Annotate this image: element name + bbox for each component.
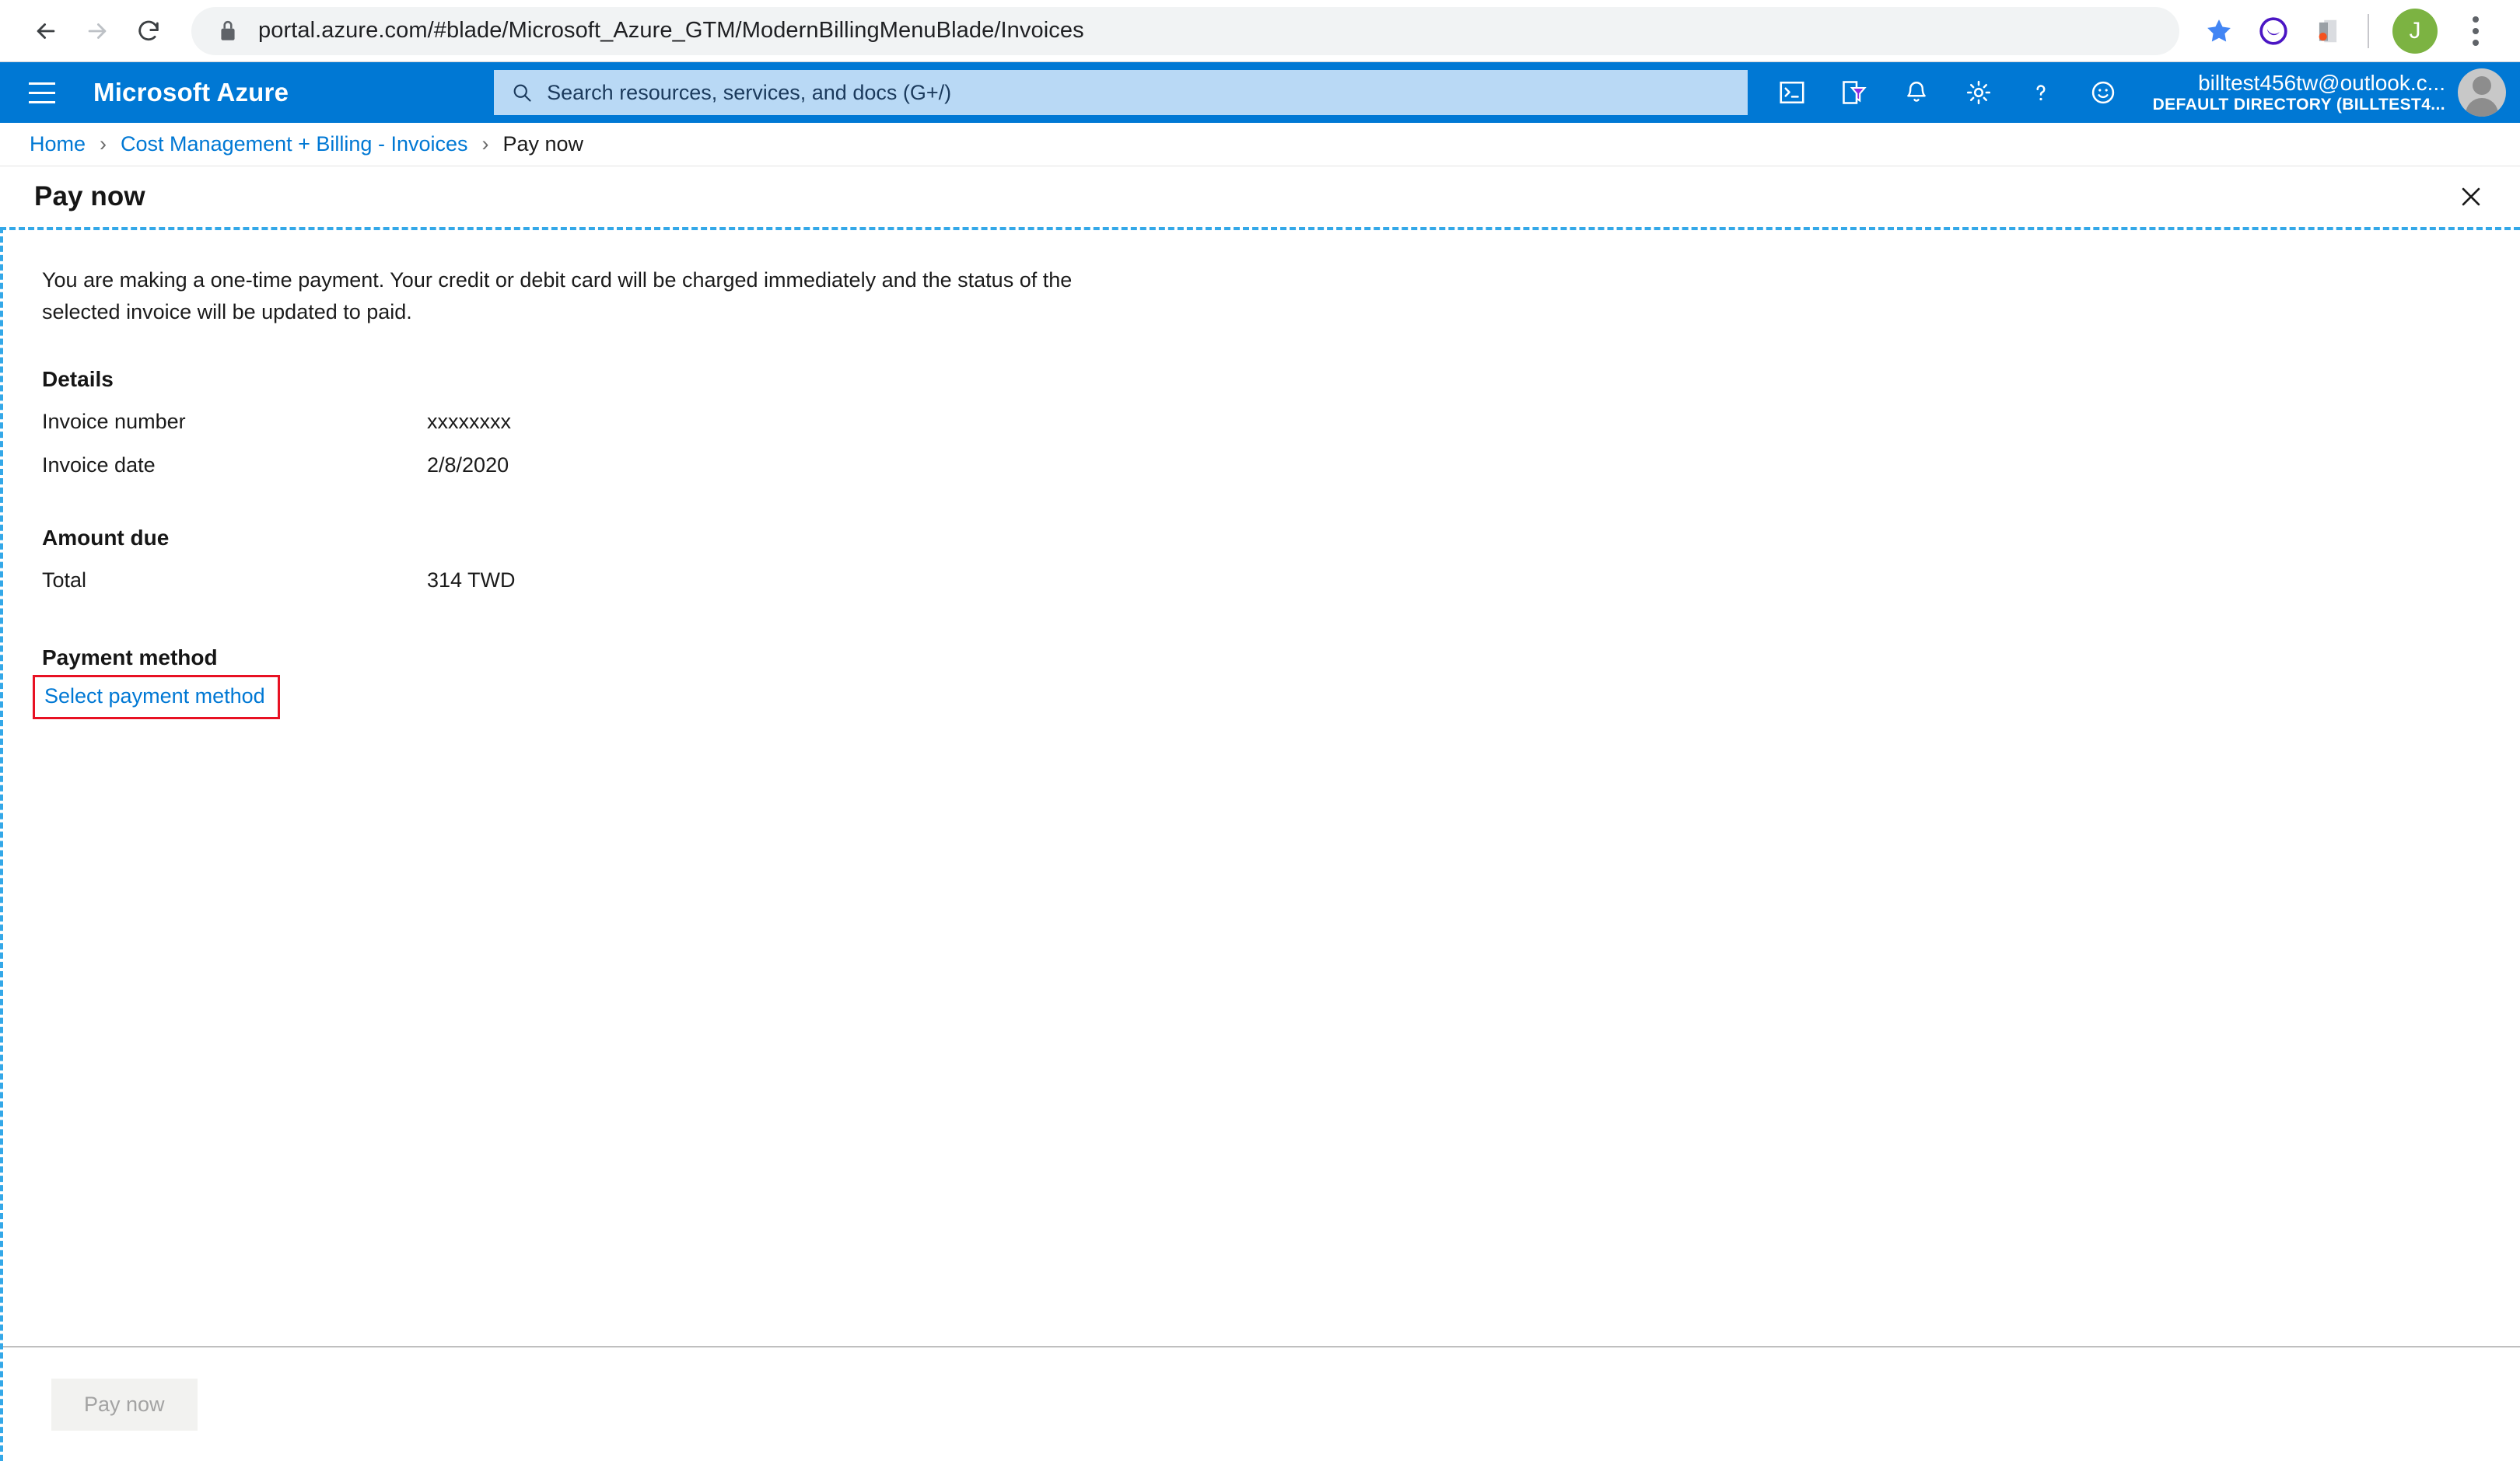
forward-arrow-icon bbox=[88, 23, 107, 39]
reload-button[interactable] bbox=[123, 5, 174, 57]
back-arrow-icon bbox=[37, 23, 55, 39]
forward-button[interactable] bbox=[72, 5, 123, 57]
blade-footer: Pay now bbox=[3, 1346, 2520, 1461]
pay-now-button[interactable]: Pay now bbox=[51, 1378, 198, 1431]
feedback-smiley-icon bbox=[2091, 81, 2114, 104]
document-extension-icon bbox=[2319, 19, 2337, 42]
back-button[interactable] bbox=[20, 5, 72, 57]
search-icon bbox=[513, 84, 531, 102]
breadcrumb-item-pay-now: Pay now bbox=[502, 132, 584, 156]
directory-filter-button[interactable] bbox=[1823, 62, 1885, 123]
cloud-shell-button[interactable] bbox=[1761, 62, 1823, 123]
star-icon bbox=[2207, 19, 2231, 42]
breadcrumb-separator: › bbox=[100, 132, 107, 156]
invoice-number-label: Invoice number bbox=[42, 409, 186, 433]
azure-top-nav: Microsoft Azure Search resources, servic… bbox=[0, 62, 2520, 123]
breadcrumb-item-cost-management[interactable]: Cost Management + Billing - Invoices bbox=[121, 132, 467, 156]
account-directory: DEFAULT DIRECTORY (BILLTEST4... bbox=[2152, 96, 2445, 114]
global-search-placeholder: Search resources, services, and docs (G+… bbox=[547, 80, 952, 104]
address-bar-url: portal.azure.com/#blade/Microsoft_Azure_… bbox=[258, 18, 1084, 43]
toolbar-divider bbox=[2368, 13, 2369, 48]
lock-icon bbox=[218, 19, 238, 43]
page-title: Pay now bbox=[34, 181, 145, 211]
notifications-bell-icon bbox=[1906, 82, 1926, 102]
bookmark-button[interactable] bbox=[2195, 7, 2243, 55]
browser-menu-button[interactable] bbox=[2452, 7, 2500, 55]
detail-row-invoice-number: Invoice number xxxxxxxx bbox=[42, 400, 2520, 443]
breadcrumb-separator: › bbox=[481, 132, 489, 156]
account-email: billtest456tw@outlook.c... bbox=[2198, 71, 2445, 96]
pay-now-blade: You are making a one-time payment. Your … bbox=[0, 227, 2520, 1461]
settings-gear-icon bbox=[1966, 80, 1990, 105]
azure-header-actions: billtest456tw@outlook.c... DEFAULT DIREC… bbox=[1761, 62, 2506, 123]
payment-intro-text: You are making a one-time payment. Your … bbox=[42, 268, 1073, 324]
feedback-button[interactable] bbox=[2072, 62, 2134, 123]
details-heading: Details bbox=[42, 367, 114, 392]
blade-header: Pay now bbox=[0, 166, 2520, 227]
user-avatar-icon[interactable] bbox=[2458, 68, 2506, 117]
settings-button[interactable] bbox=[1948, 62, 2010, 123]
invoice-number-value: xxxxxxxx bbox=[427, 409, 511, 433]
notifications-button[interactable] bbox=[1885, 62, 1948, 123]
close-icon bbox=[2462, 187, 2480, 206]
help-button[interactable] bbox=[2010, 62, 2072, 123]
directory-filter-icon bbox=[1842, 81, 1867, 104]
detail-row-total: Total 314 TWD bbox=[42, 558, 2520, 602]
purple-extension-button[interactable] bbox=[2249, 7, 2298, 55]
profile-avatar[interactable]: J bbox=[2392, 8, 2438, 54]
browser-toolbar: portal.azure.com/#blade/Microsoft_Azure_… bbox=[0, 0, 2520, 62]
select-payment-method-link[interactable]: Select payment method bbox=[44, 684, 265, 708]
payment-method-heading: Payment method bbox=[42, 645, 218, 670]
close-blade-button[interactable] bbox=[2448, 174, 2494, 219]
azure-brand-title[interactable]: Microsoft Azure bbox=[93, 78, 289, 107]
cloud-shell-icon bbox=[1780, 81, 1804, 104]
amount-due-heading: Amount due bbox=[42, 526, 170, 550]
portal-menu-button[interactable] bbox=[20, 71, 64, 114]
purple-circle-extension-icon bbox=[2259, 16, 2287, 45]
kebab-menu-icon bbox=[2473, 16, 2479, 46]
reload-icon bbox=[138, 20, 159, 40]
total-value: 314 TWD bbox=[427, 568, 516, 592]
total-label: Total bbox=[42, 568, 87, 592]
account-info[interactable]: billtest456tw@outlook.c... DEFAULT DIREC… bbox=[2153, 70, 2445, 115]
pay-now-form: You are making a one-time payment. Your … bbox=[3, 230, 2520, 1346]
document-extension-button[interactable] bbox=[2304, 7, 2352, 55]
breadcrumb-item-home[interactable]: Home bbox=[30, 132, 86, 156]
global-search-box[interactable]: Search resources, services, and docs (G+… bbox=[494, 70, 1748, 115]
help-icon bbox=[2036, 85, 2046, 101]
invoice-date-value: 2/8/2020 bbox=[427, 453, 509, 477]
select-payment-method-highlight: Select payment method bbox=[33, 675, 280, 720]
browser-action-icons: J bbox=[2195, 7, 2500, 55]
address-bar[interactable]: portal.azure.com/#blade/Microsoft_Azure_… bbox=[191, 6, 2179, 55]
breadcrumb: Home › Cost Management + Billing - Invoi… bbox=[0, 123, 2520, 166]
hamburger-menu-icon bbox=[29, 82, 55, 85]
detail-row-invoice-date: Invoice date 2/8/2020 bbox=[42, 443, 2520, 487]
invoice-date-label: Invoice date bbox=[42, 453, 156, 477]
